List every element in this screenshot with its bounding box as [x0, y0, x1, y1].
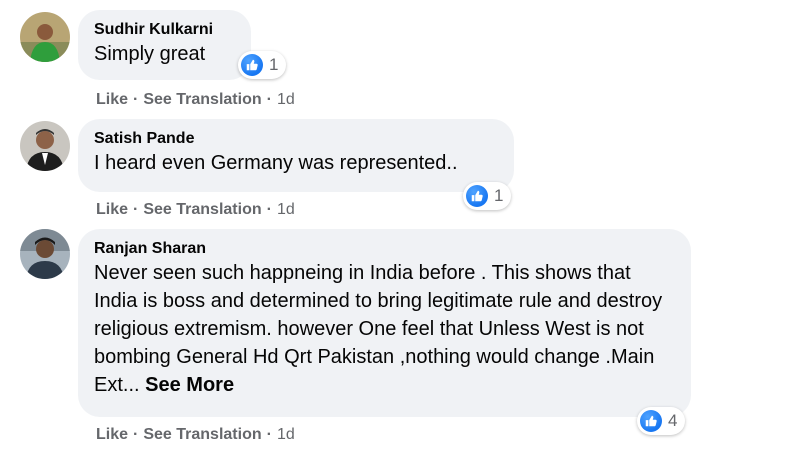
avatar[interactable] — [20, 121, 70, 171]
see-translation-link[interactable]: See Translation — [143, 426, 261, 444]
comment-author[interactable]: Satish Pande — [94, 129, 498, 149]
like-link[interactable]: Like — [96, 426, 128, 444]
separator: · — [266, 91, 272, 108]
thumbs-up-icon — [640, 410, 662, 432]
reaction-number: 4 — [668, 411, 678, 430]
reaction-count[interactable]: 1 — [238, 51, 287, 79]
avatar[interactable] — [20, 229, 70, 279]
see-more-link[interactable]: See More — [145, 374, 234, 396]
separator: · — [266, 426, 272, 443]
thumbs-up-icon — [241, 54, 263, 76]
comment-bubble: Sudhir Kulkarni Simply great — [78, 10, 251, 80]
timestamp[interactable]: 1d — [277, 201, 295, 219]
thumbs-up-icon — [466, 185, 488, 207]
comment-author[interactable]: Sudhir Kulkarni — [94, 20, 235, 40]
timestamp[interactable]: 1d — [277, 91, 295, 109]
see-translation-link[interactable]: See Translation — [143, 201, 261, 219]
reaction-number: 1 — [269, 55, 279, 74]
avatar[interactable] — [20, 12, 70, 62]
separator: · — [133, 91, 139, 108]
comment-actions: Like · See Translation · 1d — [96, 426, 295, 444]
separator: · — [133, 201, 139, 218]
reaction-number: 1 — [494, 186, 504, 205]
separator: · — [266, 201, 272, 218]
like-link[interactable]: Like — [96, 201, 128, 219]
comment-bubble: Ranjan Sharan Never seen such happneing … — [78, 229, 691, 417]
comment-actions: Like · See Translation · 1d — [96, 201, 295, 219]
comment-text: I heard even Germany was represented.. — [94, 152, 458, 174]
like-link[interactable]: Like — [96, 91, 128, 109]
comment-text: Never seen such happneing in India befor… — [94, 259, 679, 399]
timestamp[interactable]: 1d — [277, 426, 295, 444]
reaction-count[interactable]: 1 — [463, 182, 512, 210]
comment-author[interactable]: Ranjan Sharan — [94, 239, 675, 259]
separator: · — [133, 426, 139, 443]
comment-bubble: Satish Pande I heard even Germany was re… — [78, 119, 514, 192]
reaction-count[interactable]: 4 — [637, 407, 686, 435]
comment-actions: Like · See Translation · 1d — [96, 91, 295, 109]
see-translation-link[interactable]: See Translation — [143, 91, 261, 109]
comment-text: Simply great — [94, 43, 206, 65]
